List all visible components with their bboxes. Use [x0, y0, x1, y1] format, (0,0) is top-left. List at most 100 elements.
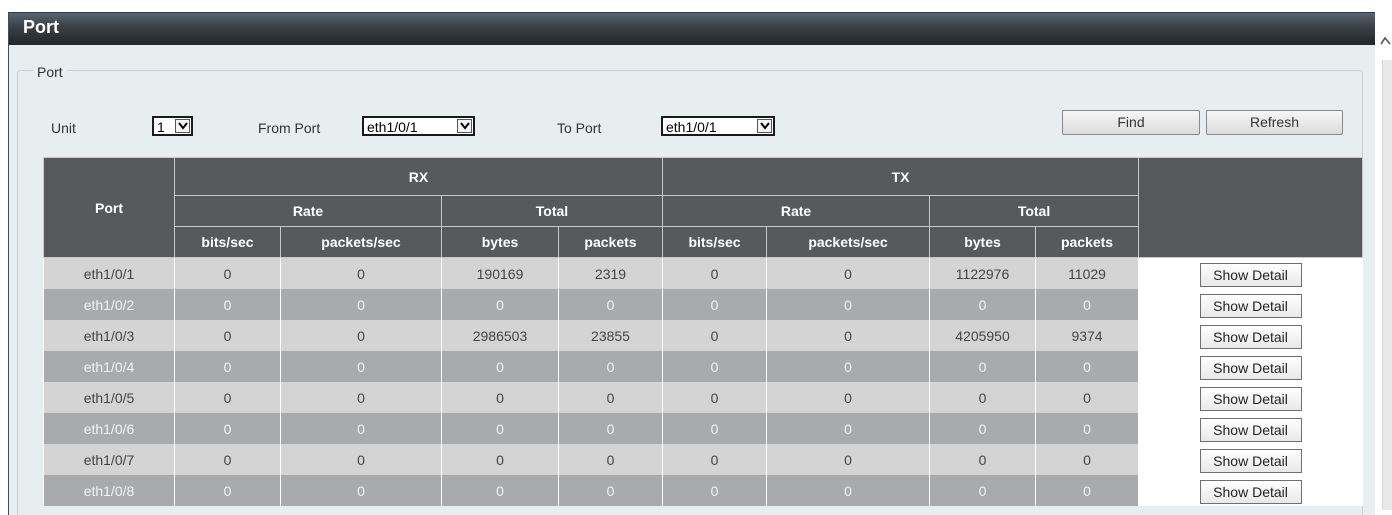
table-row: eth1/0/2 0 0 0 0 0 0 0 0 Show Detail — [43, 289, 1364, 320]
cell-tx-pps: 0 — [766, 413, 931, 444]
unit-label: Unit — [51, 120, 76, 136]
cell-tx-bits: 0 — [662, 475, 768, 506]
scroll-up-arrow-icon[interactable] — [1379, 34, 1392, 46]
header-rx-bits-sec: bits/sec — [174, 226, 281, 258]
cell-rx-bytes: 0 — [441, 413, 559, 444]
to-port-label: To Port — [557, 120, 602, 136]
table-row: eth1/0/1 0 0 190169 2319 0 0 1122976 11029 Show D… — [43, 257, 1364, 289]
cell-tx-bytes: 0 — [929, 444, 1037, 475]
cell-rx-bits: 0 — [174, 475, 281, 506]
cell-port: eth1/0/5 — [43, 382, 175, 413]
unit-select[interactable]: 1 — [152, 116, 193, 136]
cell-tx-bits: 0 — [662, 320, 768, 351]
cell-rx-pps: 0 — [280, 320, 442, 351]
header-tx: TX — [662, 157, 1140, 196]
cell-tx-packets: 0 — [1035, 351, 1140, 382]
chevron-down-icon — [757, 119, 772, 133]
header-rx-total: Total — [440, 195, 664, 227]
cell-port: eth1/0/2 — [43, 289, 175, 320]
show-detail-button[interactable]: Show Detail — [1199, 417, 1302, 442]
cell-tx-pps: 0 — [766, 320, 931, 351]
cell-tx-packets: 11029 — [1035, 257, 1140, 289]
header-tx-bits-sec: bits/sec — [662, 226, 768, 258]
refresh-button[interactable]: Refresh — [1206, 110, 1343, 135]
cell-tx-packets: 0 — [1035, 289, 1140, 320]
cell-rx-packets: 0 — [557, 382, 664, 413]
page-title-bar: Port — [9, 12, 1375, 45]
cell-rx-bits: 0 — [174, 382, 281, 413]
show-detail-button[interactable]: Show Detail — [1199, 293, 1302, 318]
show-detail-button[interactable]: Show Detail — [1199, 479, 1302, 504]
port-statistics-table: Port RX TX Rate Total Rate Total bits/se… — [43, 157, 1364, 506]
header-action — [1138, 157, 1364, 258]
show-detail-button[interactable]: Show Detail — [1199, 448, 1302, 473]
from-port-select[interactable]: eth1/0/1 — [362, 116, 475, 136]
cell-tx-packets: 0 — [1035, 475, 1140, 506]
cell-action: Show Detail — [1138, 475, 1364, 506]
cell-rx-pps: 0 — [280, 444, 442, 475]
table-row: eth1/0/7 0 0 0 0 0 0 0 0 Show Detail — [43, 444, 1364, 475]
to-port-select-value: eth1/0/1 — [666, 119, 717, 135]
cell-action: Show Detail — [1138, 382, 1364, 413]
from-port-select-value: eth1/0/1 — [367, 119, 418, 135]
vertical-scrollbar[interactable] — [1378, 0, 1392, 515]
cell-rx-pps: 0 — [280, 382, 442, 413]
cell-tx-packets: 9374 — [1035, 320, 1140, 351]
cell-rx-pps: 0 — [280, 289, 442, 320]
cell-action: Show Detail — [1138, 320, 1364, 351]
cell-tx-bits: 0 — [662, 382, 768, 413]
show-detail-button[interactable]: Show Detail — [1199, 262, 1302, 287]
cell-rx-bits: 0 — [174, 413, 281, 444]
cell-rx-packets: 0 — [557, 444, 664, 475]
cell-rx-bytes: 0 — [441, 475, 559, 506]
cell-action: Show Detail — [1138, 444, 1364, 475]
cell-tx-bytes: 0 — [929, 382, 1037, 413]
fieldset-legend: Port — [33, 64, 67, 80]
show-detail-button[interactable]: Show Detail — [1199, 324, 1302, 349]
table-row: eth1/0/8 0 0 0 0 0 0 0 0 Show Detail — [43, 475, 1364, 506]
cell-port: eth1/0/3 — [43, 320, 175, 351]
cell-rx-packets: 0 — [557, 351, 664, 382]
to-port-select[interactable]: eth1/0/1 — [661, 116, 775, 136]
cell-tx-bits: 0 — [662, 444, 768, 475]
cell-rx-packets: 23855 — [557, 320, 664, 351]
cell-tx-bytes: 0 — [929, 289, 1037, 320]
cell-tx-pps: 0 — [766, 257, 931, 289]
cell-rx-pps: 0 — [280, 413, 442, 444]
find-button[interactable]: Find — [1062, 110, 1200, 135]
cell-tx-pps: 0 — [766, 289, 931, 320]
main-frame: Port Port Unit 1 From Port eth1/0/1 To P… — [8, 12, 1375, 515]
cell-tx-pps: 0 — [766, 444, 931, 475]
cell-rx-bits: 0 — [174, 351, 281, 382]
show-detail-button[interactable]: Show Detail — [1199, 386, 1302, 411]
header-tx-rate: Rate — [662, 195, 931, 227]
cell-rx-bytes: 0 — [441, 444, 559, 475]
show-detail-button[interactable]: Show Detail — [1199, 355, 1302, 380]
chevron-down-icon — [457, 119, 472, 133]
header-tx-bytes: bytes — [929, 226, 1037, 258]
cell-port: eth1/0/7 — [43, 444, 175, 475]
cell-rx-packets: 2319 — [557, 257, 664, 289]
cell-rx-pps: 0 — [280, 475, 442, 506]
cell-rx-bytes: 0 — [441, 289, 559, 320]
cell-rx-pps: 0 — [280, 351, 442, 382]
cell-tx-pps: 0 — [766, 351, 931, 382]
cell-tx-bytes: 1122976 — [929, 257, 1037, 289]
header-rx: RX — [173, 157, 664, 196]
cell-rx-bits: 0 — [174, 289, 281, 320]
cell-port: eth1/0/1 — [43, 257, 175, 289]
cell-rx-packets: 0 — [557, 289, 664, 320]
cell-rx-bytes: 2986503 — [441, 320, 559, 351]
table-row: eth1/0/4 0 0 0 0 0 0 0 0 Show Detail — [43, 351, 1364, 382]
cell-tx-bits: 0 — [662, 413, 768, 444]
table-row: eth1/0/3 0 0 2986503 23855 0 0 4205950 9374 Show … — [43, 320, 1364, 351]
header-rx-rate: Rate — [174, 195, 442, 227]
cell-rx-bits: 0 — [174, 320, 281, 351]
port-rows: eth1/0/1 0 0 190169 2319 0 0 1122976 11029 Show D… — [43, 257, 1364, 506]
cell-rx-bytes: 0 — [441, 382, 559, 413]
cell-rx-pps: 0 — [280, 257, 442, 289]
scrollbar-thumb[interactable] — [1382, 60, 1392, 510]
header-tx-packets: packets — [1035, 226, 1140, 258]
cell-tx-packets: 0 — [1035, 413, 1140, 444]
from-port-label: From Port — [258, 120, 321, 136]
